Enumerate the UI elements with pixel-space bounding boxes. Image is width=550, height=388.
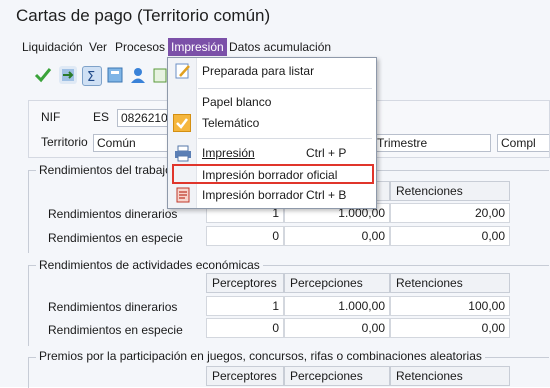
menu-impresion[interactable]: Impresión	[168, 38, 227, 56]
nif-field[interactable]: 0826210	[117, 109, 169, 127]
col-header-perceptores: Perceptores	[206, 273, 284, 293]
col-header-retenciones: Retenciones	[390, 366, 510, 386]
impresion-dropdown: Preparada para listar Papel blanco Telem…	[167, 57, 377, 209]
compl-field[interactable]: Compl	[497, 134, 549, 152]
menu-item-impresion-borrador[interactable]: Impresión borrador Ctrl + B	[168, 184, 376, 206]
menu-datos-acumulacion[interactable]: Datos acumulación	[229, 40, 331, 54]
edit-document-icon	[174, 62, 192, 83]
cell-percepciones[interactable]: 1.000,00	[284, 296, 390, 316]
menu-separator	[198, 138, 372, 139]
cell-percepciones[interactable]: 0,00	[284, 226, 390, 246]
menu-separator	[198, 88, 372, 89]
users-icon[interactable]	[129, 66, 147, 84]
row-label: Rendimientos en especie	[48, 231, 183, 245]
cell-retenciones[interactable]: 100,00	[390, 296, 510, 316]
menu-item-papel-blanco[interactable]: Papel blanco	[168, 92, 376, 112]
col-header-percepciones: Percepciones	[284, 273, 390, 293]
row-label: Rendimientos dinerarios	[48, 207, 178, 221]
printer-icon	[174, 144, 192, 165]
cell-perceptores[interactable]: 1	[206, 296, 284, 316]
menu-ver[interactable]: Ver	[89, 40, 107, 54]
trimestre-field[interactable]: Trimestre	[373, 134, 491, 152]
window-title: Cartas de pago (Territorio común)	[16, 6, 271, 25]
territorio-label: Territorio	[41, 135, 88, 149]
col-header-retenciones: Retenciones	[390, 181, 510, 201]
menu-item-telematico[interactable]: Telemático	[168, 112, 376, 134]
cell-retenciones[interactable]: 20,00	[390, 203, 510, 223]
check-icon[interactable]	[34, 66, 52, 84]
menu-item-preparada-para-listar[interactable]: Preparada para listar	[168, 60, 376, 82]
col-header-percepciones: Percepciones	[284, 366, 390, 386]
svg-text:Σ: Σ	[87, 70, 95, 85]
menu-item-impresion[interactable]: Impresión Ctrl + P	[168, 142, 376, 164]
section-title: Rendimientos del trabajo	[36, 163, 175, 177]
checkmark-icon	[173, 114, 191, 132]
menu-liquidacion[interactable]: Liquidación	[22, 40, 83, 54]
shortcut: Ctrl + B	[306, 188, 347, 202]
calculator-icon[interactable]	[106, 66, 124, 84]
cell-percepciones[interactable]: 0,00	[284, 318, 390, 338]
cell-perceptores[interactable]: 0	[206, 318, 284, 338]
cell-perceptores[interactable]: 0	[206, 226, 284, 246]
shortcut: Ctrl + P	[306, 146, 347, 160]
menu-item-impresion-borrador-oficial[interactable]: Impresión borrador oficial	[172, 164, 374, 184]
row-label: Rendimientos dinerarios	[48, 300, 178, 314]
col-header-perceptores: Perceptores	[206, 366, 284, 386]
row-label: Rendimientos en especie	[48, 323, 183, 337]
section-title: Premios por la participación en juegos, …	[36, 349, 485, 363]
menubar: Liquidación Ver Procesos Impresión Datos…	[0, 38, 550, 58]
sigma-icon[interactable]: Σ	[82, 66, 102, 86]
cell-retenciones[interactable]: 0,00	[390, 226, 510, 246]
section-title: Rendimientos de actividades económicas	[36, 258, 263, 272]
col-header-retenciones: Retenciones	[390, 273, 510, 293]
cell-retenciones[interactable]: 0,00	[390, 318, 510, 338]
draft-document-icon	[174, 186, 192, 207]
import-icon[interactable]	[59, 66, 77, 84]
window: Cartas de pago (Territorio común) Liquid…	[0, 0, 550, 388]
nif-label: NIF	[41, 110, 61, 124]
territorio-field[interactable]: Común	[93, 134, 169, 152]
nif-country: ES	[93, 110, 110, 124]
menu-procesos[interactable]: Procesos	[115, 40, 165, 54]
